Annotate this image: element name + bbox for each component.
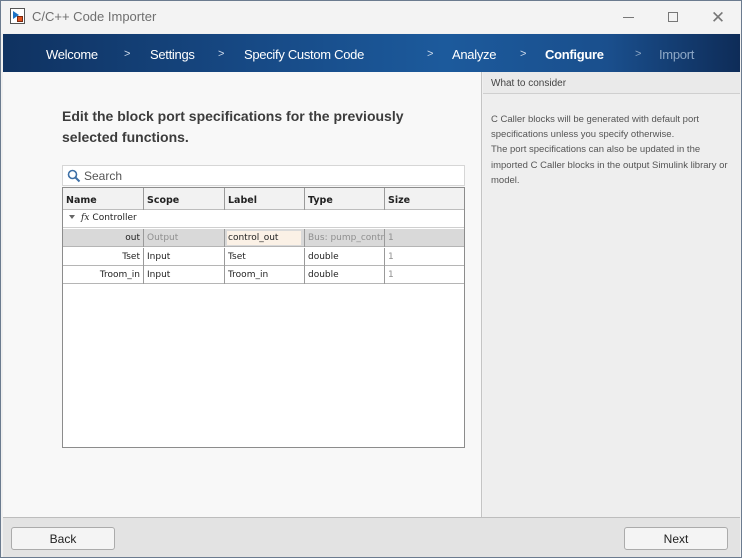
search-icon: [67, 169, 81, 183]
window-title: C/C++ Code Importer: [32, 9, 157, 24]
cell-type[interactable]: double: [305, 266, 385, 284]
help-panel-title: What to consider: [483, 72, 740, 94]
minimize-icon: [622, 16, 634, 18]
step-settings[interactable]: Settings: [150, 47, 195, 62]
help-line: specifications unless you specify otherw…: [491, 129, 675, 141]
step-separator: >: [218, 48, 225, 60]
cell-type[interactable]: Bus: pump_contr: [305, 229, 385, 247]
maximize-icon: [668, 12, 678, 22]
page-heading: Edit the block port specifications for t…: [62, 108, 404, 145]
cell-scope[interactable]: Input: [144, 248, 225, 266]
step-separator: >: [124, 48, 131, 60]
cell-size[interactable]: 1: [385, 229, 464, 247]
maximize-button[interactable]: [650, 1, 696, 33]
search-box[interactable]: [62, 165, 465, 186]
table-row[interactable]: Troom_in Input Troom_in double 1: [63, 266, 464, 284]
cell-label[interactable]: Troom_in: [225, 266, 305, 284]
table-group-row[interactable]: fx Controller: [63, 210, 464, 228]
cell-scope[interactable]: Output: [144, 229, 225, 247]
step-configure[interactable]: Configure: [545, 47, 604, 62]
column-header-size[interactable]: Size: [385, 188, 464, 210]
group-name: Controller: [92, 213, 137, 223]
help-panel-text: C Caller blocks will be generated with d…: [491, 112, 741, 188]
help-line: C Caller blocks will be generated with d…: [491, 114, 700, 125]
cell-label[interactable]: Tset: [225, 248, 305, 266]
cell-label[interactable]: control_out: [225, 229, 305, 247]
search-input[interactable]: [84, 168, 454, 184]
help-line: The port specifications can also be upda…: [491, 144, 701, 156]
step-welcome[interactable]: Welcome: [46, 47, 98, 62]
column-header-label[interactable]: Label: [225, 188, 305, 210]
simulink-app-icon: [10, 8, 25, 24]
close-button[interactable]: ✕: [695, 1, 741, 33]
group-cell: fx Controller: [69, 213, 137, 223]
function-icon: fx: [81, 213, 90, 223]
code-importer-window: C/C++ Code Importer ✕ Welcome > Settings…: [0, 0, 742, 558]
wizard-step-bar: Welcome > Settings > Specify Custom Code…: [3, 34, 740, 72]
step-separator: >: [427, 48, 434, 60]
expand-caret-icon[interactable]: [69, 215, 75, 219]
cell-name: Troom_in: [63, 266, 144, 284]
footer-bar: Back Next: [3, 517, 740, 557]
step-specify-custom-code[interactable]: Specify Custom Code: [244, 47, 364, 62]
cell-type[interactable]: double: [305, 248, 385, 266]
cell-scope[interactable]: Input: [144, 266, 225, 284]
step-import: Import: [659, 47, 695, 62]
cell-size[interactable]: 1: [385, 266, 464, 284]
help-line: model.: [491, 174, 520, 186]
title-bar: C/C++ Code Importer ✕: [1, 1, 741, 33]
next-button[interactable]: Next: [624, 527, 728, 550]
step-separator: >: [520, 48, 527, 60]
port-spec-table: Name Scope Label Type Size fx Controller …: [62, 187, 465, 448]
cell-size[interactable]: 1: [385, 248, 464, 266]
step-separator: >: [635, 48, 642, 60]
back-button[interactable]: Back: [11, 527, 115, 550]
main-panel: Edit the block port specifications for t…: [3, 72, 482, 517]
close-icon: ✕: [710, 7, 726, 27]
label-edit-field[interactable]: control_out: [227, 231, 301, 245]
table-row[interactable]: out Output control_out Bus: pump_contr 1: [63, 229, 464, 247]
minimize-button[interactable]: [605, 1, 651, 33]
table-row[interactable]: Tset Input Tset double 1: [63, 248, 464, 266]
column-header-type[interactable]: Type: [305, 188, 385, 210]
help-panel: What to consider C Caller blocks will be…: [483, 72, 740, 517]
column-header-scope[interactable]: Scope: [144, 188, 225, 210]
table-header: Name Scope Label Type Size: [63, 188, 464, 210]
cell-name: out: [63, 229, 144, 247]
help-line: imported C Caller blocks in the output S…: [491, 159, 728, 171]
step-analyze[interactable]: Analyze: [452, 47, 496, 62]
column-header-name[interactable]: Name: [63, 188, 144, 210]
cell-name: Tset: [63, 248, 144, 266]
